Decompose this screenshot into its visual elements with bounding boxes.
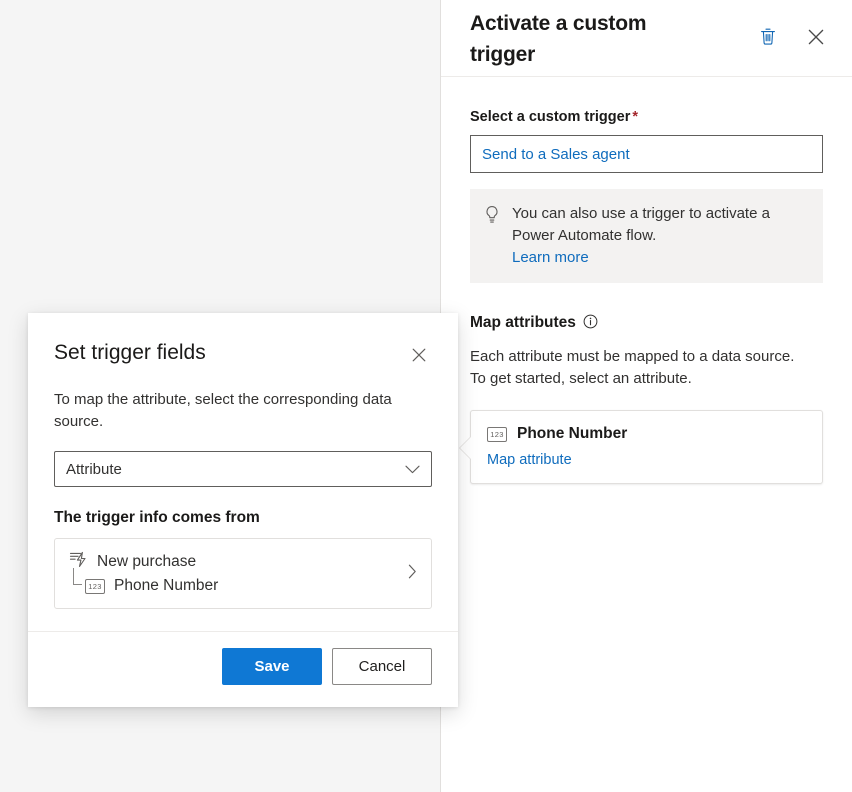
info-callout-message: You can also use a trigger to activate a… xyxy=(512,205,770,244)
close-icon xyxy=(806,27,826,50)
close-panel-button[interactable] xyxy=(802,24,830,52)
chevron-down-icon xyxy=(405,461,420,478)
info-callout-text: You can also use a trigger to activate a… xyxy=(512,203,807,269)
custom-trigger-label-text: Select a custom trigger xyxy=(470,109,630,125)
attribute-dropdown-value: Attribute xyxy=(66,461,122,478)
attribute-name: Phone Number xyxy=(517,425,627,443)
trigger-source-child-label: Phone Number xyxy=(114,577,218,595)
dialog-content: Set trigger fields To map the attribute,… xyxy=(28,313,458,631)
custom-trigger-value: Send to a Sales agent xyxy=(482,146,630,163)
callout-beak xyxy=(460,437,471,459)
map-attributes-heading: Map attributes xyxy=(470,314,823,332)
delete-trigger-button[interactable] xyxy=(754,24,782,52)
map-attributes-description: Each attribute must be mapped to a data … xyxy=(470,346,800,390)
number-123-icon: 123 xyxy=(487,427,507,442)
dialog-subtext: To map the attribute, select the corresp… xyxy=(54,389,432,433)
power-automate-info-callout: You can also use a trigger to activate a… xyxy=(470,189,823,283)
page-title: Activate a custom trigger xyxy=(470,8,710,70)
lightbulb-icon xyxy=(484,205,500,227)
cancel-button[interactable]: Cancel xyxy=(332,648,432,685)
learn-more-link[interactable]: Learn more xyxy=(512,247,589,269)
set-trigger-fields-dialog: Set trigger fields To map the attribute,… xyxy=(28,313,458,707)
custom-trigger-select[interactable]: Send to a Sales agent xyxy=(470,135,823,173)
trigger-source-parent-row: New purchase xyxy=(69,551,408,573)
dialog-header: Set trigger fields xyxy=(54,339,432,369)
trigger-source-child-row: 123 Phone Number xyxy=(69,577,408,595)
required-asterisk: * xyxy=(632,109,638,125)
trigger-source-item[interactable]: New purchase 123 Phone Number xyxy=(54,538,432,609)
trash-icon xyxy=(759,27,777,49)
attribute-card-phone-number[interactable]: 123 Phone Number Map attribute xyxy=(470,410,823,484)
attribute-card-row: 123 Phone Number xyxy=(487,425,806,443)
number-123-icon: 123 xyxy=(85,579,105,594)
save-button[interactable]: Save xyxy=(222,648,322,685)
custom-trigger-label: Select a custom trigger* xyxy=(470,107,823,127)
attribute-dropdown[interactable]: Attribute xyxy=(54,451,432,487)
trigger-source-lines: New purchase 123 Phone Number xyxy=(69,551,408,595)
trigger-source-label: The trigger info comes from xyxy=(54,509,432,527)
info-circle-icon[interactable] xyxy=(583,314,598,332)
dialog-title: Set trigger fields xyxy=(54,339,206,367)
panel-body: Select a custom trigger* Send to a Sales… xyxy=(441,77,852,484)
trigger-source-parent-label: New purchase xyxy=(97,553,196,571)
panel-header: Activate a custom trigger xyxy=(441,0,852,77)
chevron-right-icon[interactable] xyxy=(408,564,417,582)
close-icon xyxy=(410,346,428,367)
map-attributes-title: Map attributes xyxy=(470,314,576,332)
map-attribute-link[interactable]: Map attribute xyxy=(487,452,806,468)
activate-custom-trigger-panel: Activate a custom trigger Select a custo… xyxy=(440,0,852,792)
close-dialog-button[interactable] xyxy=(406,343,432,369)
dialog-footer: Save Cancel xyxy=(28,631,458,707)
tree-elbow-connector xyxy=(73,568,82,585)
